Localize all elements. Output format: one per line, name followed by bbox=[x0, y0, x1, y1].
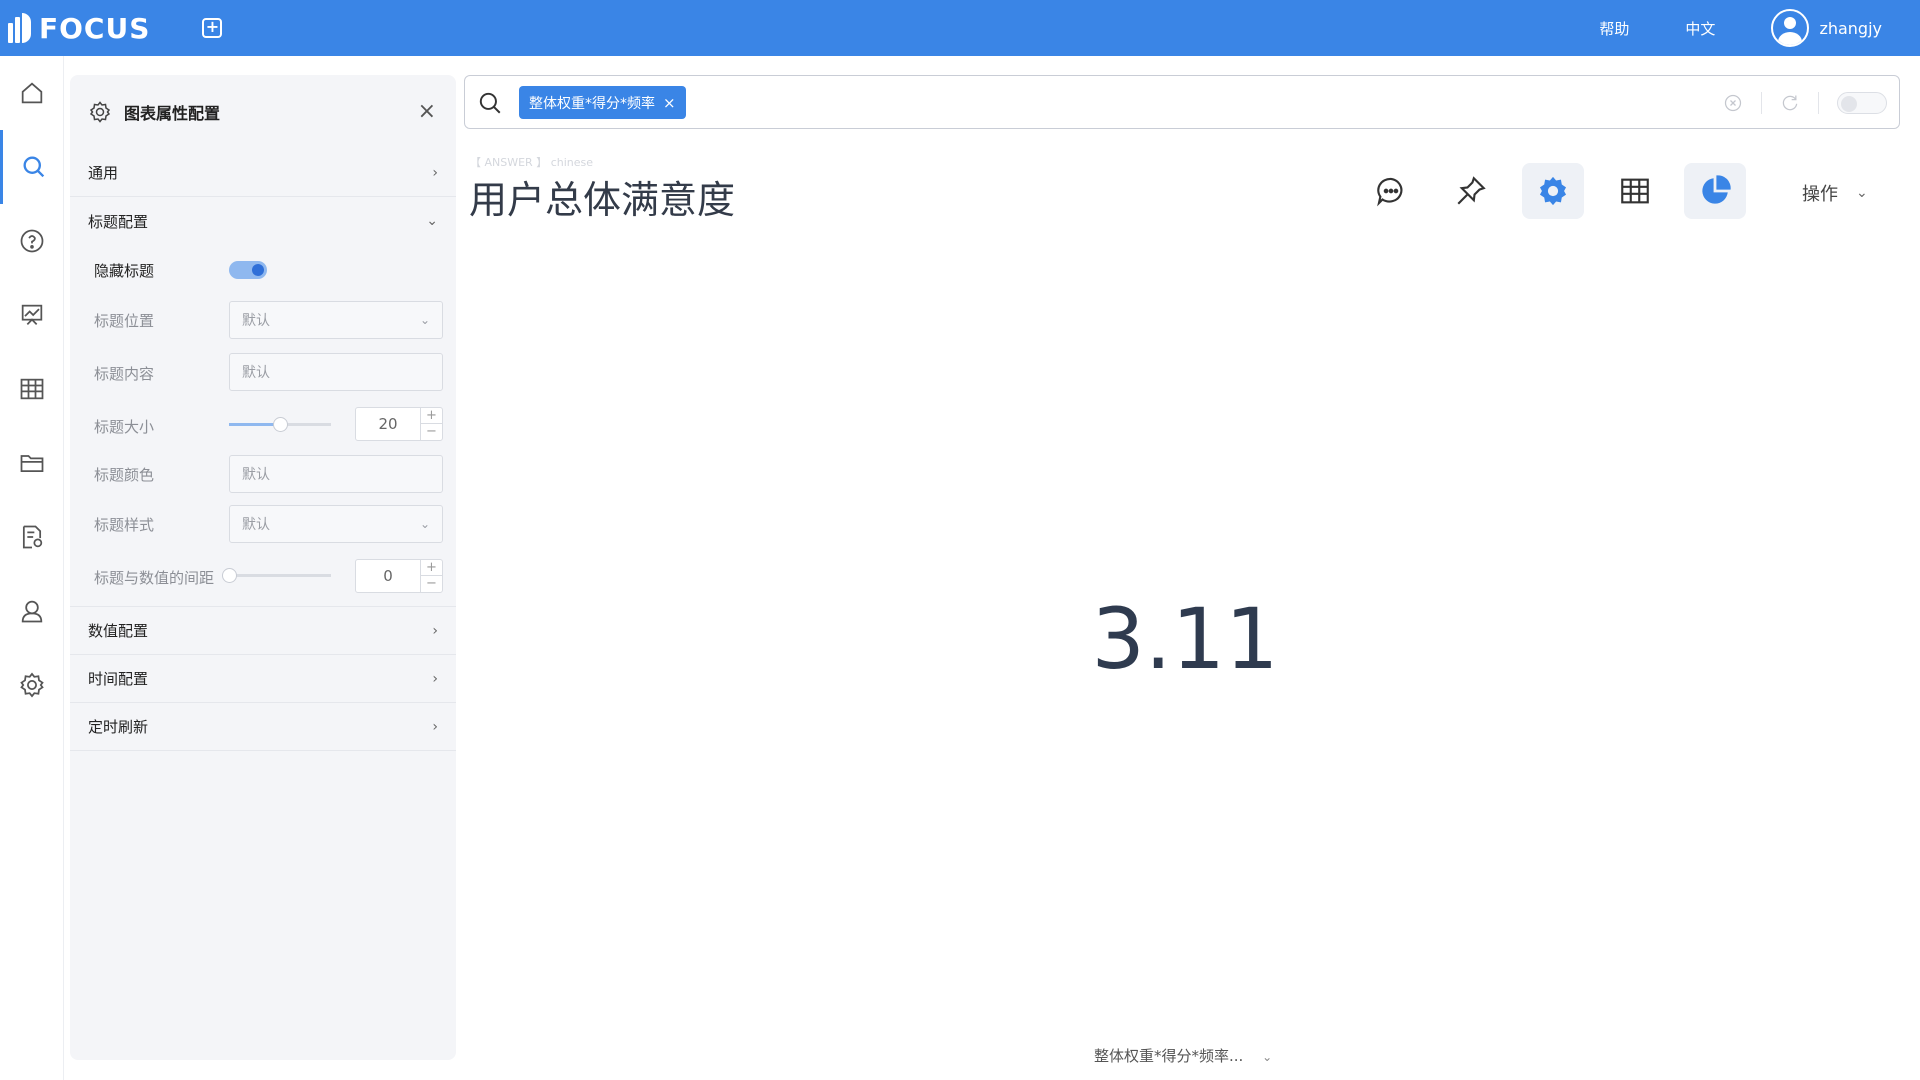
pin-icon bbox=[1457, 176, 1486, 205]
section-label: 定时刷新 bbox=[88, 718, 149, 736]
answer-title: 用户总体满意度 bbox=[469, 178, 736, 222]
side-nav bbox=[0, 56, 64, 1080]
help-icon[interactable] bbox=[0, 204, 64, 278]
table-view-button[interactable] bbox=[1604, 163, 1666, 219]
hide-title-toggle[interactable] bbox=[229, 261, 267, 279]
avatar-icon bbox=[1771, 9, 1810, 47]
gear-icon bbox=[89, 101, 111, 123]
home-icon[interactable] bbox=[0, 56, 64, 130]
chevron-down-icon: ⌄ bbox=[426, 213, 438, 229]
user-menu[interactable]: zhangjy bbox=[1771, 9, 1882, 47]
section-general[interactable]: 通用 › bbox=[70, 149, 456, 197]
chevron-down-icon: ⌄ bbox=[1856, 185, 1868, 201]
search-mode-toggle[interactable] bbox=[1837, 92, 1887, 114]
section-auto-refresh[interactable]: 定时刷新 › bbox=[70, 703, 456, 751]
chevron-down-icon: ⌄ bbox=[1262, 1050, 1273, 1064]
chevron-down-icon: ⌄ bbox=[419, 517, 430, 531]
minus-icon[interactable]: − bbox=[421, 424, 442, 440]
kpi-value: 3.11 bbox=[1091, 590, 1279, 688]
field-label: 标题内容 bbox=[94, 365, 155, 383]
language-switch[interactable]: 中文 bbox=[1685, 18, 1715, 39]
title-color-picker[interactable]: 默认 bbox=[229, 455, 443, 493]
field-label: 标题与数值的间距 bbox=[94, 569, 215, 587]
title-color-row: 标题颜色 默认 bbox=[70, 449, 456, 499]
measure-selector[interactable]: 整体权重*得分*频率... ⌄ bbox=[1094, 1045, 1272, 1066]
comment-button[interactable] bbox=[1360, 163, 1422, 219]
search-bar[interactable]: 整体权重*得分*频率 × bbox=[464, 75, 1900, 129]
refresh-icon[interactable] bbox=[1780, 93, 1800, 113]
plus-icon[interactable]: + bbox=[421, 560, 442, 576]
panel-header: 图表属性配置 × bbox=[70, 75, 456, 149]
title-size-slider[interactable] bbox=[229, 417, 331, 432]
stepper-value: 0 bbox=[383, 567, 393, 585]
stepper-value: 20 bbox=[378, 415, 398, 433]
title-style-select[interactable]: 默认 ⌄ bbox=[229, 505, 443, 543]
chevron-right-icon: › bbox=[432, 718, 438, 735]
chevron-down-icon: ⌄ bbox=[419, 313, 430, 327]
title-position-row: 标题位置 默认 ⌄ bbox=[70, 295, 456, 345]
title-gap-slider[interactable] bbox=[222, 568, 331, 583]
operations-label: 操作 bbox=[1802, 184, 1838, 205]
top-bar: FOCUS + 帮助 中文 zhangjy bbox=[0, 0, 1920, 56]
plus-icon[interactable]: + bbox=[421, 408, 442, 424]
section-title-config[interactable]: 标题配置 ⌄ bbox=[70, 197, 456, 245]
slider-thumb[interactable] bbox=[273, 417, 288, 432]
search-token-chip[interactable]: 整体权重*得分*频率 × bbox=[519, 86, 686, 119]
color-value: 默认 bbox=[242, 467, 270, 483]
select-value: 默认 bbox=[242, 313, 270, 329]
field-label: 标题颜色 bbox=[94, 466, 155, 484]
measure-label: 整体权重*得分*频率... bbox=[1094, 1047, 1244, 1065]
field-label: 隐藏标题 bbox=[94, 262, 155, 280]
select-value: 默认 bbox=[242, 517, 270, 533]
title-content-row: 标题内容 默认 bbox=[70, 345, 456, 399]
pin-button[interactable] bbox=[1440, 163, 1502, 219]
chevron-right-icon: › bbox=[432, 164, 438, 181]
folder-icon[interactable] bbox=[0, 426, 64, 500]
hide-title-row: 隐藏标题 bbox=[70, 245, 456, 295]
add-tab-icon[interactable]: + bbox=[202, 18, 223, 38]
chart-type-button[interactable] bbox=[1684, 163, 1746, 219]
field-label: 标题位置 bbox=[94, 312, 155, 330]
username: zhangjy bbox=[1819, 18, 1882, 38]
gear-icon bbox=[1539, 176, 1567, 206]
field-label: 标题样式 bbox=[94, 516, 155, 534]
chat-bubble-icon bbox=[1377, 177, 1403, 207]
close-icon[interactable]: × bbox=[663, 94, 676, 112]
title-gap-stepper[interactable]: 0 + − bbox=[355, 559, 443, 593]
title-position-select[interactable]: 默认 ⌄ bbox=[229, 301, 443, 339]
field-label: 标题大小 bbox=[94, 418, 155, 436]
clear-icon[interactable] bbox=[1723, 93, 1743, 113]
section-label: 通用 bbox=[88, 164, 119, 182]
close-icon[interactable]: × bbox=[418, 99, 436, 124]
focus-logo-icon bbox=[8, 13, 31, 43]
chart-config-panel: 图表属性配置 × 通用 › 标题配置 ⌄ 隐藏标题 标题位置 默认 ⌄ 标题内容… bbox=[70, 75, 456, 1060]
chip-label: 整体权重*得分*频率 bbox=[529, 95, 655, 112]
doc-settings-icon[interactable] bbox=[0, 500, 64, 574]
input-placeholder: 默认 bbox=[242, 365, 270, 381]
title-content-input[interactable]: 默认 bbox=[229, 353, 443, 391]
help-link[interactable]: 帮助 bbox=[1599, 18, 1629, 39]
slider-thumb[interactable] bbox=[222, 568, 237, 583]
app-name: FOCUS bbox=[39, 11, 151, 45]
table-icon bbox=[1621, 178, 1649, 204]
search-icon[interactable] bbox=[0, 130, 64, 204]
title-style-row: 标题样式 默认 ⌄ bbox=[70, 499, 456, 549]
search-icon bbox=[479, 92, 501, 114]
pie-chart-icon bbox=[1702, 175, 1731, 204]
title-size-stepper[interactable]: 20 + − bbox=[355, 407, 443, 441]
title-size-row: 标题大小 20 + − bbox=[70, 399, 456, 449]
logo[interactable]: FOCUS bbox=[8, 12, 150, 45]
panel-title: 图表属性配置 bbox=[124, 104, 221, 123]
operations-dropdown[interactable]: 操作 ⌄ bbox=[1802, 180, 1868, 206]
chart-settings-button[interactable] bbox=[1522, 163, 1584, 219]
answer-tag: 【 ANSWER 】 chinese bbox=[470, 156, 594, 169]
section-label: 标题配置 bbox=[88, 212, 149, 231]
dashboard-icon[interactable] bbox=[0, 278, 64, 352]
table-icon[interactable] bbox=[0, 352, 64, 426]
